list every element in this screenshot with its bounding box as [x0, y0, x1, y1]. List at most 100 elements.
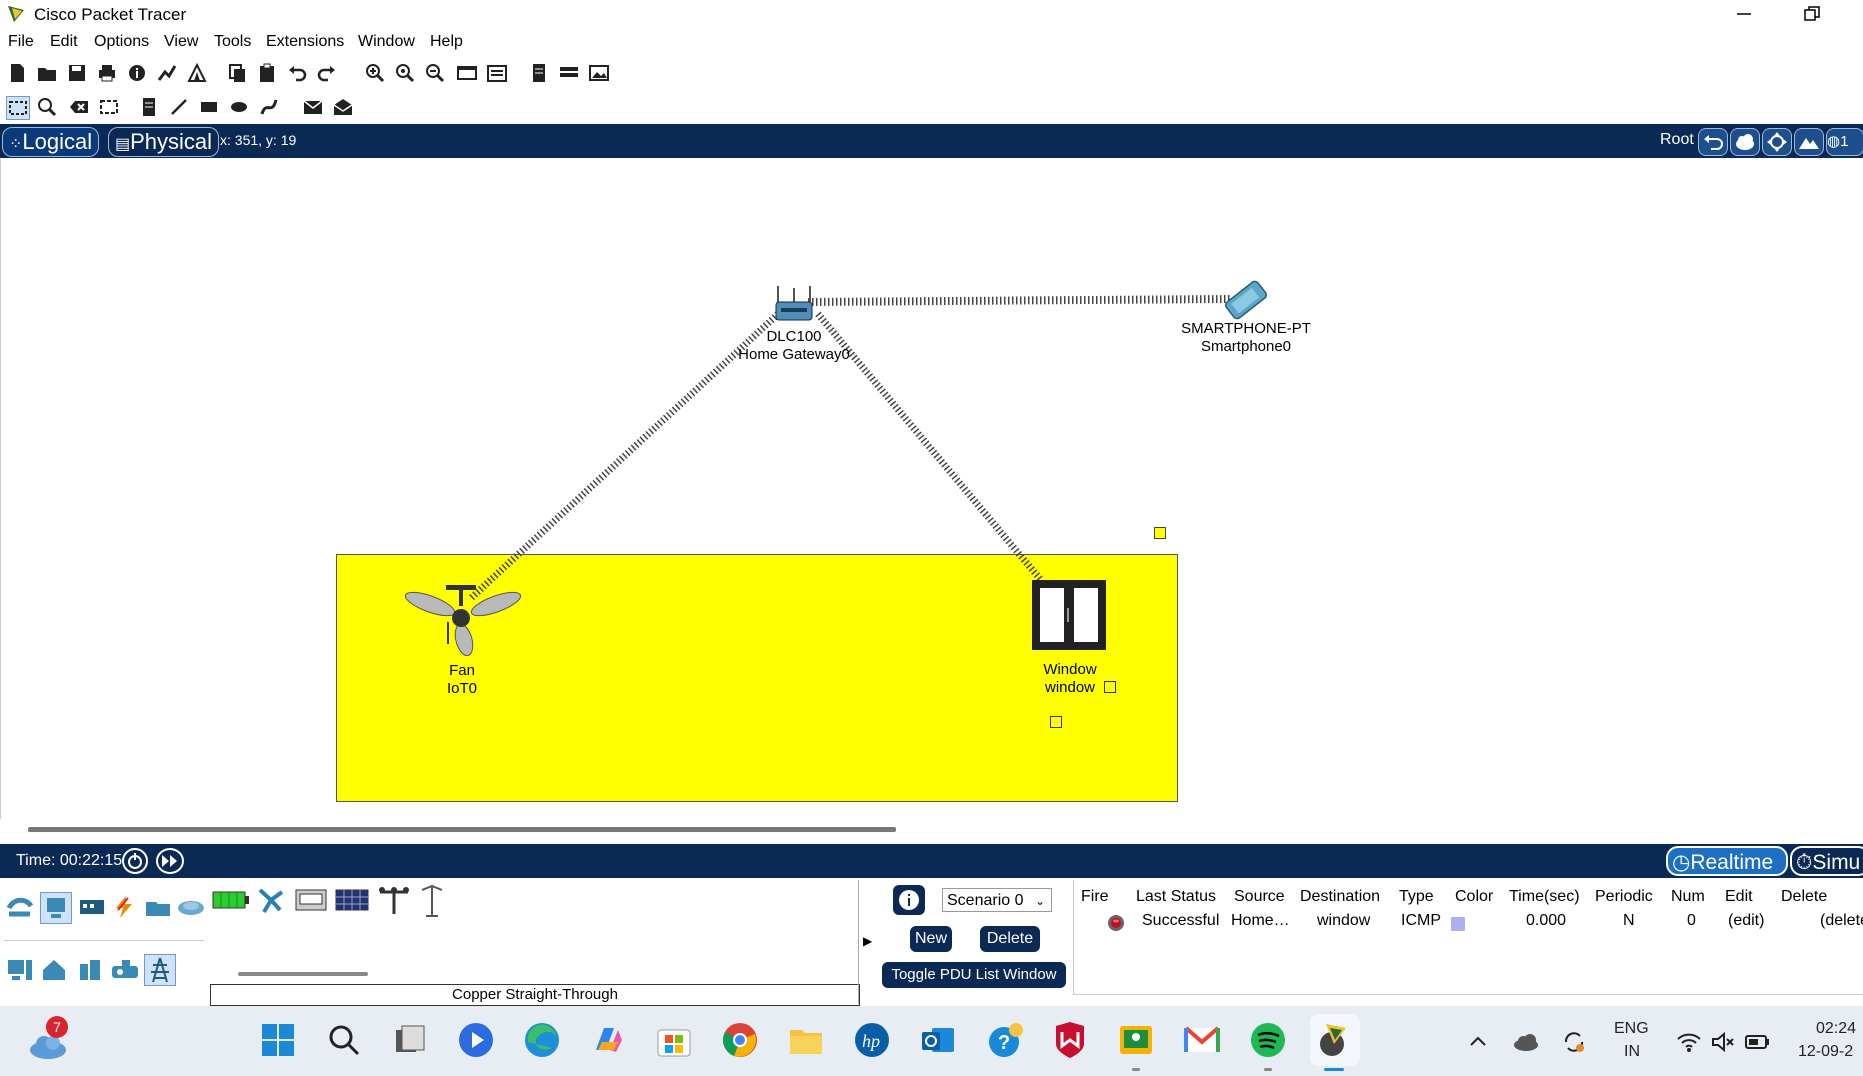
- pdu-delete-link[interactable]: (delete: [1820, 912, 1863, 930]
- store-icon[interactable]: [654, 1020, 694, 1060]
- new-file-icon[interactable]: [6, 62, 28, 84]
- device-list-scrollbar[interactable]: [238, 972, 368, 976]
- menu-extensions[interactable]: Extensions: [266, 33, 344, 51]
- packet-tracer-taskbar-icon[interactable]: [1310, 1014, 1360, 1066]
- language-indicator-top[interactable]: ENG: [1614, 1020, 1649, 1038]
- panel-splitter[interactable]: [858, 880, 859, 1004]
- logical-tab[interactable]: ⁘Logical: [2, 127, 100, 157]
- menu-view[interactable]: View: [164, 33, 198, 51]
- wind-turbine-device-icon[interactable]: [256, 886, 286, 914]
- realtime-mode-button[interactable]: ◷Realtime: [1666, 846, 1788, 876]
- delete-scenario-button[interactable]: Delete: [980, 926, 1040, 952]
- industrial-icon[interactable]: [110, 956, 140, 984]
- end-devices-icon[interactable]: [40, 892, 72, 924]
- search-icon[interactable]: [324, 1020, 364, 1060]
- outlook-icon[interactable]: [918, 1020, 958, 1060]
- power-meter-device-icon[interactable]: [294, 888, 328, 912]
- city-icon[interactable]: [76, 956, 104, 984]
- restore-icon[interactable]: [1802, 4, 1822, 24]
- mcafee-icon[interactable]: [1050, 1020, 1090, 1060]
- start-icon[interactable]: [258, 1020, 298, 1060]
- hp-icon[interactable]: hp: [852, 1020, 892, 1060]
- delete-icon[interactable]: [68, 96, 90, 118]
- components-icon[interactable]: [78, 894, 106, 920]
- scenario-select[interactable]: Scenario 0 ⌄: [942, 888, 1052, 912]
- redo-icon[interactable]: [316, 62, 338, 84]
- network-devices-icon[interactable]: [6, 894, 34, 920]
- cluster-icon[interactable]: [558, 62, 580, 84]
- scenario-info-icon[interactable]: [893, 885, 925, 915]
- viewport-button[interactable]: ◍1: [1826, 128, 1863, 156]
- onedrive-icon[interactable]: [1512, 1030, 1540, 1054]
- power-cycle-icon[interactable]: [122, 848, 148, 874]
- battery-device-icon[interactable]: [212, 890, 250, 910]
- zoom-in-icon[interactable]: [364, 62, 386, 84]
- pdu-list-icon[interactable]: [528, 62, 550, 84]
- back-icon[interactable]: [1698, 128, 1728, 156]
- connections-icon[interactable]: [110, 894, 138, 920]
- menu-help[interactable]: Help: [430, 33, 463, 51]
- cloud-icon[interactable]: [1730, 128, 1760, 156]
- window-device-icon[interactable]: [1030, 578, 1108, 652]
- new-scenario-button[interactable]: New: [910, 926, 952, 952]
- info-icon[interactable]: [126, 62, 148, 84]
- home-gateway-icon[interactable]: [772, 284, 816, 328]
- drawing-palette-icon[interactable]: [456, 62, 478, 84]
- copilot-icon[interactable]: [588, 1020, 628, 1060]
- resize-icon[interactable]: [98, 96, 120, 118]
- fast-forward-icon[interactable]: [156, 848, 184, 874]
- menu-window[interactable]: Window: [358, 33, 415, 51]
- simulation-mode-button[interactable]: ⏱Simu: [1790, 846, 1863, 876]
- power-grid-icon[interactable]: [144, 954, 176, 986]
- task-view-icon[interactable]: [390, 1020, 430, 1060]
- home-icon[interactable]: [40, 956, 68, 984]
- power-pole-device-icon[interactable]: [376, 884, 412, 916]
- workspace-horizontal-scrollbar[interactable]: [28, 827, 896, 832]
- paste-icon[interactable]: [256, 62, 278, 84]
- solar-panel-device-icon[interactable]: [334, 888, 370, 912]
- note-icon[interactable]: [138, 96, 160, 118]
- clock-date[interactable]: 12-09-2: [1798, 1043, 1853, 1061]
- pdu-edit-link[interactable]: (edit): [1728, 912, 1764, 930]
- chrome-icon[interactable]: [720, 1020, 760, 1060]
- network-info-icon[interactable]: [156, 62, 178, 84]
- inspect-icon[interactable]: [36, 96, 58, 118]
- cluster-resize-handle[interactable]: [1154, 527, 1166, 539]
- select-icon[interactable]: [6, 96, 30, 120]
- window-selection-handle[interactable]: [1104, 681, 1116, 693]
- edge-browser-icon[interactable]: [522, 1020, 562, 1060]
- complex-pdu-icon[interactable]: [332, 96, 354, 118]
- cluster-selection-handle[interactable]: [1050, 716, 1062, 728]
- help-icon[interactable]: ?: [984, 1020, 1024, 1060]
- classroom-icon[interactable]: [1116, 1020, 1156, 1060]
- sync-icon[interactable]: [1560, 1028, 1588, 1056]
- video-app-icon[interactable]: [456, 1020, 496, 1060]
- ellipse-icon[interactable]: [228, 96, 250, 118]
- multiuser-icon[interactable]: [176, 894, 206, 920]
- language-indicator-bottom[interactable]: IN: [1624, 1043, 1640, 1061]
- background-image-icon[interactable]: [1794, 128, 1824, 156]
- menu-tools[interactable]: Tools: [214, 33, 251, 51]
- gmail-icon[interactable]: [1182, 1020, 1222, 1060]
- transformer-device-icon[interactable]: [418, 882, 446, 918]
- zoom-out-icon[interactable]: [424, 62, 446, 84]
- open-folder-icon[interactable]: [36, 62, 58, 84]
- print-icon[interactable]: [96, 62, 118, 84]
- toggle-pdu-list-button[interactable]: Toggle PDU List Window: [882, 962, 1066, 988]
- ceiling-fan-icon[interactable]: [402, 582, 522, 662]
- spotify-icon[interactable]: [1248, 1020, 1288, 1060]
- fire-pdu-icon[interactable]: [1106, 912, 1126, 932]
- pc-icon[interactable]: [6, 956, 34, 984]
- image-icon[interactable]: [588, 62, 610, 84]
- copy-icon[interactable]: [226, 62, 248, 84]
- minimize-icon[interactable]: [1734, 4, 1754, 24]
- activity-wizard-icon[interactable]: [186, 62, 208, 84]
- root-breadcrumb[interactable]: Root: [1660, 131, 1694, 149]
- file-explorer-icon[interactable]: [786, 1020, 826, 1060]
- battery-icon[interactable]: [1744, 1030, 1772, 1054]
- menu-options[interactable]: Options: [94, 33, 149, 51]
- navigation-icon[interactable]: [1762, 128, 1792, 156]
- volume-muted-icon[interactable]: [1710, 1030, 1736, 1054]
- smartphone-icon[interactable]: [1216, 278, 1276, 322]
- simple-pdu-icon[interactable]: [302, 96, 324, 118]
